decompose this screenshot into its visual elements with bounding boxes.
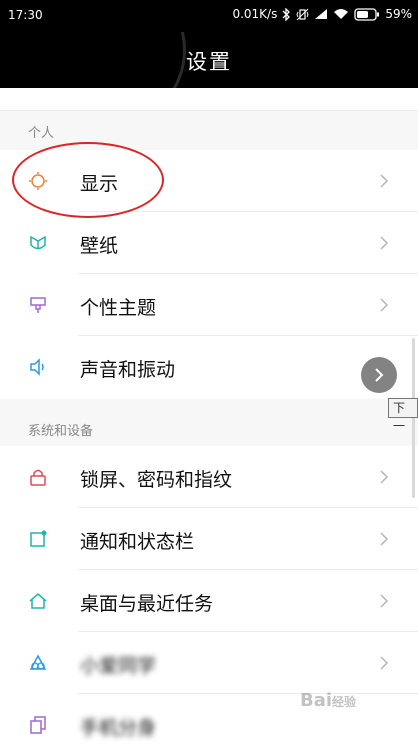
settings-item-assistant[interactable]: 小爱同学 bbox=[0, 632, 418, 694]
dual-icon bbox=[30, 716, 46, 734]
highlight-circle bbox=[12, 142, 164, 218]
theme-icon bbox=[30, 297, 46, 313]
home-icon bbox=[29, 593, 47, 609]
chevron-right-icon bbox=[380, 236, 389, 250]
chevron-right-icon bbox=[380, 174, 389, 188]
settings-item-label: 壁纸 bbox=[80, 235, 119, 257]
next-float-button[interactable] bbox=[361, 357, 397, 393]
chevron-right-icon bbox=[380, 532, 389, 546]
settings-item-sound[interactable]: 声音和振动 bbox=[0, 336, 418, 399]
title-bar: 设置 bbox=[0, 32, 418, 88]
settings-item-label: 通知和状态栏 bbox=[80, 531, 195, 553]
sound-icon bbox=[30, 358, 44, 376]
settings-item-label: 小爱同学 bbox=[80, 655, 157, 677]
wifi-icon bbox=[334, 9, 349, 19]
status-time: 17:30 bbox=[8, 8, 43, 22]
settings-item-theme[interactable]: 个性主题 bbox=[0, 274, 418, 336]
signal-icon bbox=[315, 9, 328, 19]
chevron-right-icon bbox=[380, 594, 389, 608]
lock-icon bbox=[30, 469, 46, 486]
settings-item-lockscreen[interactable]: 锁屏、密码和指纹 bbox=[0, 446, 418, 508]
settings-item-label: 锁屏、密码和指纹 bbox=[80, 469, 233, 491]
page-title: 设置 bbox=[186, 50, 232, 74]
chevron-right-icon bbox=[380, 656, 389, 670]
watermark-text: Bai bbox=[300, 690, 333, 711]
settings-item-label: 声音和振动 bbox=[80, 359, 176, 381]
battery-percent: 59% bbox=[385, 7, 412, 21]
vibrate-icon bbox=[296, 8, 309, 20]
status-icons: 0.01K/s 59% bbox=[232, 7, 412, 21]
bluetooth-icon bbox=[282, 7, 291, 21]
watermark-subtext: 经验 bbox=[332, 695, 357, 709]
next-tooltip: 下一 bbox=[388, 398, 418, 433]
settings-item-label: 手机分身 bbox=[80, 717, 157, 739]
chevron-right-icon bbox=[380, 470, 389, 484]
wallpaper-icon bbox=[30, 235, 46, 250]
previous-section-end bbox=[0, 88, 418, 111]
scrollbar[interactable] bbox=[412, 338, 415, 498]
notification-icon bbox=[30, 530, 47, 547]
settings-item-desktop[interactable]: 桌面与最近任务 bbox=[0, 570, 418, 632]
assistant-icon bbox=[29, 654, 47, 670]
settings-item-wallpaper[interactable]: 壁纸 bbox=[0, 212, 418, 274]
settings-item-notifications[interactable]: 通知和状态栏 bbox=[0, 508, 418, 570]
settings-item-label: 个性主题 bbox=[80, 297, 157, 319]
section-title-system: 系统和设备 bbox=[28, 424, 94, 439]
chevron-right-icon bbox=[380, 298, 389, 312]
status-bar: 17:30 0.01K/s 59% bbox=[0, 0, 418, 32]
section-title-personal: 个人 bbox=[28, 126, 55, 141]
watermark: Bai经验 bbox=[300, 690, 356, 711]
network-speed: 0.01K/s bbox=[232, 7, 278, 21]
settings-item-label: 桌面与最近任务 bbox=[80, 593, 214, 615]
chevron-right-icon bbox=[375, 368, 384, 382]
battery-icon bbox=[354, 7, 380, 21]
